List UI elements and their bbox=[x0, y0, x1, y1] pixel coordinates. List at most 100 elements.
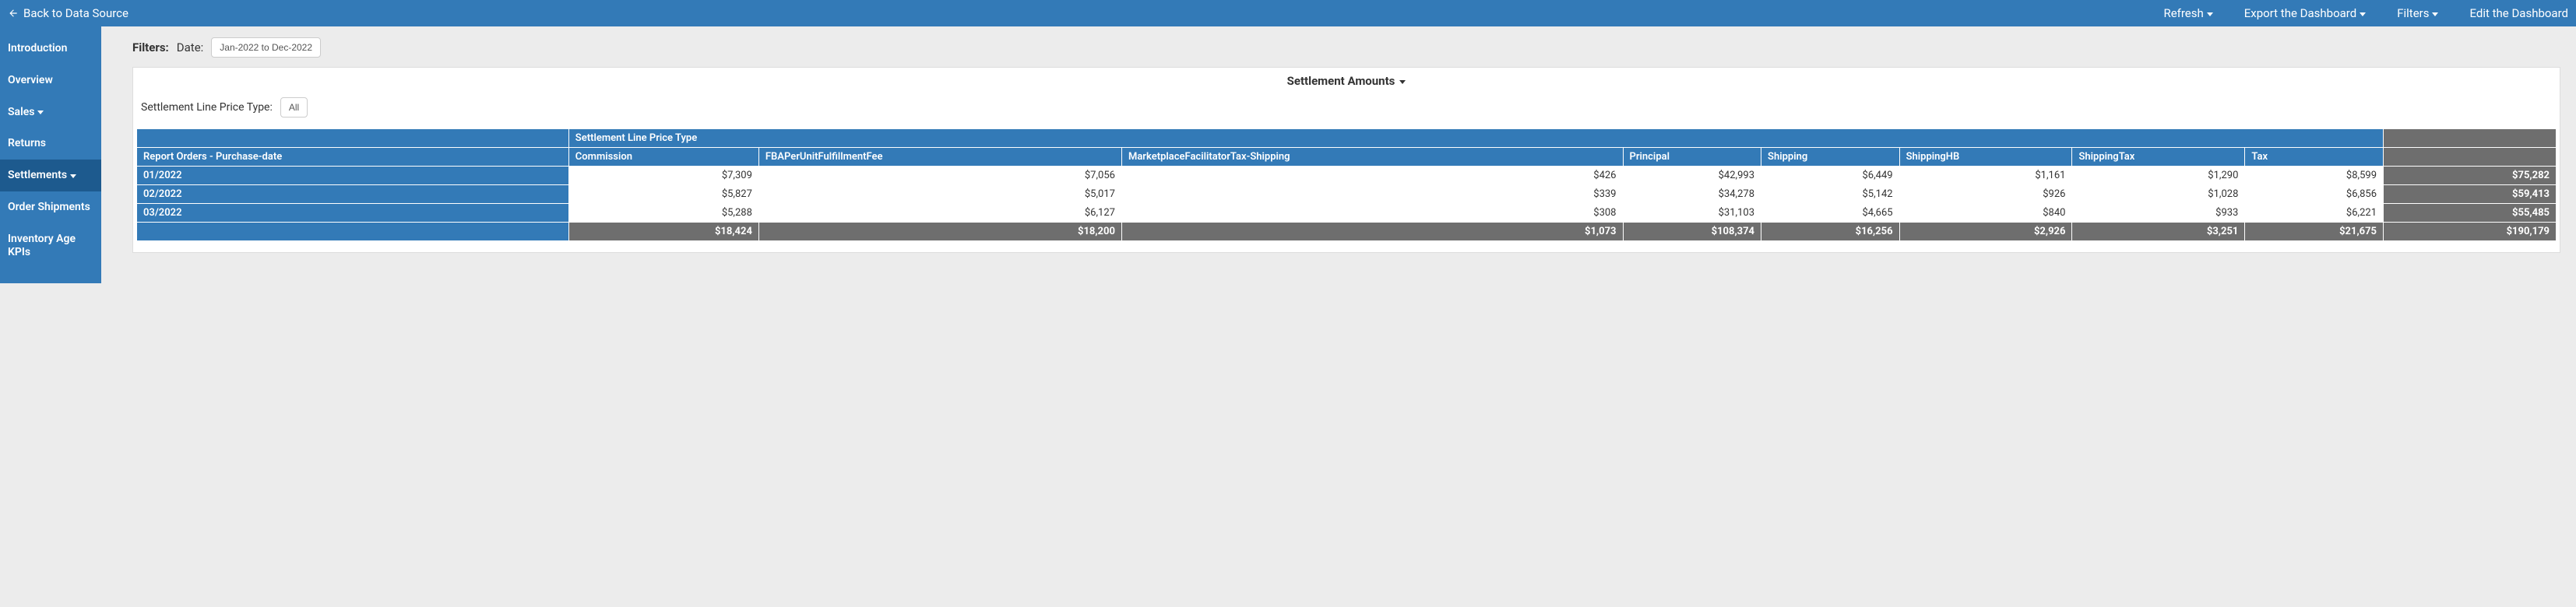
caret-down-icon bbox=[2432, 12, 2438, 16]
col-total: $21,675 bbox=[2245, 223, 2384, 241]
refresh-menu[interactable]: Refresh bbox=[2163, 6, 2212, 20]
row-dim-header: Report Orders - Purchase-date bbox=[137, 148, 569, 167]
settlement-panel: Settlement Amounts Settlement Line Price… bbox=[132, 67, 2560, 253]
sidebar-item-inventory-age-kpis[interactable]: Inventory Age KPIs bbox=[0, 223, 101, 268]
sidebar-item-label: Overview bbox=[8, 74, 53, 87]
cell: $6,127 bbox=[758, 204, 1121, 223]
row-total: $75,282 bbox=[2384, 167, 2557, 185]
cell: $1,028 bbox=[2072, 185, 2245, 204]
filters-menu-label: Filters bbox=[2397, 6, 2429, 20]
row-label: 01/2022 bbox=[137, 167, 569, 185]
sidebar-item-overview[interactable]: Overview bbox=[0, 65, 101, 96]
col-header: Commission bbox=[568, 148, 758, 167]
col-header: ShippingTax bbox=[2072, 148, 2245, 167]
col-total: $18,424 bbox=[568, 223, 758, 241]
cell: $42,993 bbox=[1623, 167, 1761, 185]
column-group-header: Settlement Line Price Type bbox=[568, 129, 2383, 148]
date-range-button[interactable]: Jan-2022 to Dec-2022 bbox=[211, 37, 321, 58]
cell: $4,665 bbox=[1761, 204, 1900, 223]
col-header: MarketplaceFacilitatorTax-Shipping bbox=[1121, 148, 1623, 167]
cell: $308 bbox=[1121, 204, 1623, 223]
table-row: 02/2022$5,827$5,017$339$34,278$5,142$926… bbox=[137, 185, 2557, 204]
sidebar-item-label: Introduction bbox=[8, 42, 67, 55]
refresh-label: Refresh bbox=[2163, 6, 2203, 20]
sidebar-item-sales[interactable]: Sales bbox=[0, 96, 101, 128]
back-link[interactable]: Back to Data Source bbox=[8, 6, 128, 20]
cell: $6,449 bbox=[1761, 167, 1900, 185]
sidebar-item-label: Inventory Age KPIs bbox=[8, 233, 93, 259]
row-label: 02/2022 bbox=[137, 185, 569, 204]
caret-down-icon bbox=[70, 174, 76, 178]
sidebar-item-introduction[interactable]: Introduction bbox=[0, 33, 101, 65]
export-menu[interactable]: Export the Dashboard bbox=[2244, 6, 2366, 20]
export-label: Export the Dashboard bbox=[2244, 6, 2356, 20]
line-type-label: Settlement Line Price Type: bbox=[141, 101, 273, 114]
cell: $34,278 bbox=[1623, 185, 1761, 204]
cell: $6,856 bbox=[2245, 185, 2384, 204]
col-total: $3,251 bbox=[2072, 223, 2245, 241]
table-row: 03/2022$5,288$6,127$308$31,103$4,665$840… bbox=[137, 204, 2557, 223]
table-row: 01/2022$7,309$7,056$426$42,993$6,449$1,1… bbox=[137, 167, 2557, 185]
line-type-button[interactable]: All bbox=[280, 97, 308, 118]
row-total: $55,485 bbox=[2384, 204, 2557, 223]
header-blank bbox=[137, 129, 569, 148]
cell: $5,142 bbox=[1761, 185, 1900, 204]
row-label: 03/2022 bbox=[137, 204, 569, 223]
sidebar: Introduction Overview Sales Returns Settleme… bbox=[0, 26, 101, 283]
col-total: $2,926 bbox=[1899, 223, 2072, 241]
cell: $31,103 bbox=[1623, 204, 1761, 223]
panel-title-menu[interactable]: Settlement Amounts bbox=[133, 68, 2560, 93]
filters-date-label: Date: bbox=[177, 40, 204, 54]
sidebar-item-returns[interactable]: Returns bbox=[0, 128, 101, 160]
cell: $5,017 bbox=[758, 185, 1121, 204]
cell: $6,221 bbox=[2245, 204, 2384, 223]
sidebar-item-label: Returns bbox=[8, 137, 46, 150]
cell: $840 bbox=[1899, 204, 2072, 223]
arrow-left-icon bbox=[8, 8, 19, 19]
caret-down-icon bbox=[2207, 12, 2213, 16]
col-header: Principal bbox=[1623, 148, 1761, 167]
sidebar-item-order-shipments[interactable]: Order Shipments bbox=[0, 191, 101, 223]
layout: Introduction Overview Sales Returns Settleme… bbox=[0, 26, 2576, 283]
cell: $1,290 bbox=[2072, 167, 2245, 185]
caret-down-icon bbox=[2360, 12, 2366, 16]
edit-label: Edit the Dashboard bbox=[2469, 6, 2568, 20]
cell: $933 bbox=[2072, 204, 2245, 223]
totals-row: $18,424$18,200$1,073$108,374$16,256$2,92… bbox=[137, 223, 2557, 241]
col-total: $18,200 bbox=[758, 223, 1121, 241]
caret-down-icon bbox=[37, 111, 44, 114]
main: Filters: Date: Jan-2022 to Dec-2022 Sett… bbox=[101, 26, 2576, 268]
cell: $5,288 bbox=[568, 204, 758, 223]
header-total-blank bbox=[2384, 129, 2557, 148]
filters-bar: Filters: Date: Jan-2022 to Dec-2022 bbox=[132, 37, 2560, 58]
header-total-blank bbox=[2384, 148, 2557, 167]
filters-bar-label: Filters: bbox=[132, 40, 169, 54]
back-link-label: Back to Data Source bbox=[23, 6, 128, 20]
sidebar-item-label: Order Shipments bbox=[8, 201, 90, 214]
panel-title: Settlement Amounts bbox=[1287, 74, 1395, 88]
panel-subfilter: Settlement Line Price Type: All bbox=[133, 93, 2560, 128]
row-total: $59,413 bbox=[2384, 185, 2557, 204]
col-header: FBAPerUnitFulfillmentFee bbox=[758, 148, 1121, 167]
sidebar-item-label: Sales bbox=[8, 106, 34, 119]
caret-down-icon bbox=[1399, 80, 1406, 84]
table-wrap: Settlement Line Price TypeReport Orders … bbox=[133, 128, 2560, 252]
cell: $5,827 bbox=[568, 185, 758, 204]
col-total: $1,073 bbox=[1121, 223, 1623, 241]
topbar-actions: Refresh Export the Dashboard Filters Edi… bbox=[2163, 6, 2568, 20]
col-header: ShippingHB bbox=[1899, 148, 2072, 167]
filters-menu[interactable]: Filters bbox=[2397, 6, 2438, 20]
sidebar-item-settlements[interactable]: Settlements bbox=[0, 160, 101, 191]
cell: $7,309 bbox=[568, 167, 758, 185]
cell: $8,599 bbox=[2245, 167, 2384, 185]
totals-label-blank bbox=[137, 223, 569, 241]
col-header: Tax bbox=[2245, 148, 2384, 167]
cell: $926 bbox=[1899, 185, 2072, 204]
col-total: $16,256 bbox=[1761, 223, 1900, 241]
col-total: $108,374 bbox=[1623, 223, 1761, 241]
settlement-table: Settlement Line Price TypeReport Orders … bbox=[136, 128, 2557, 241]
cell: $339 bbox=[1121, 185, 1623, 204]
edit-dashboard-link[interactable]: Edit the Dashboard bbox=[2469, 6, 2568, 20]
cell: $7,056 bbox=[758, 167, 1121, 185]
cell: $1,161 bbox=[1899, 167, 2072, 185]
